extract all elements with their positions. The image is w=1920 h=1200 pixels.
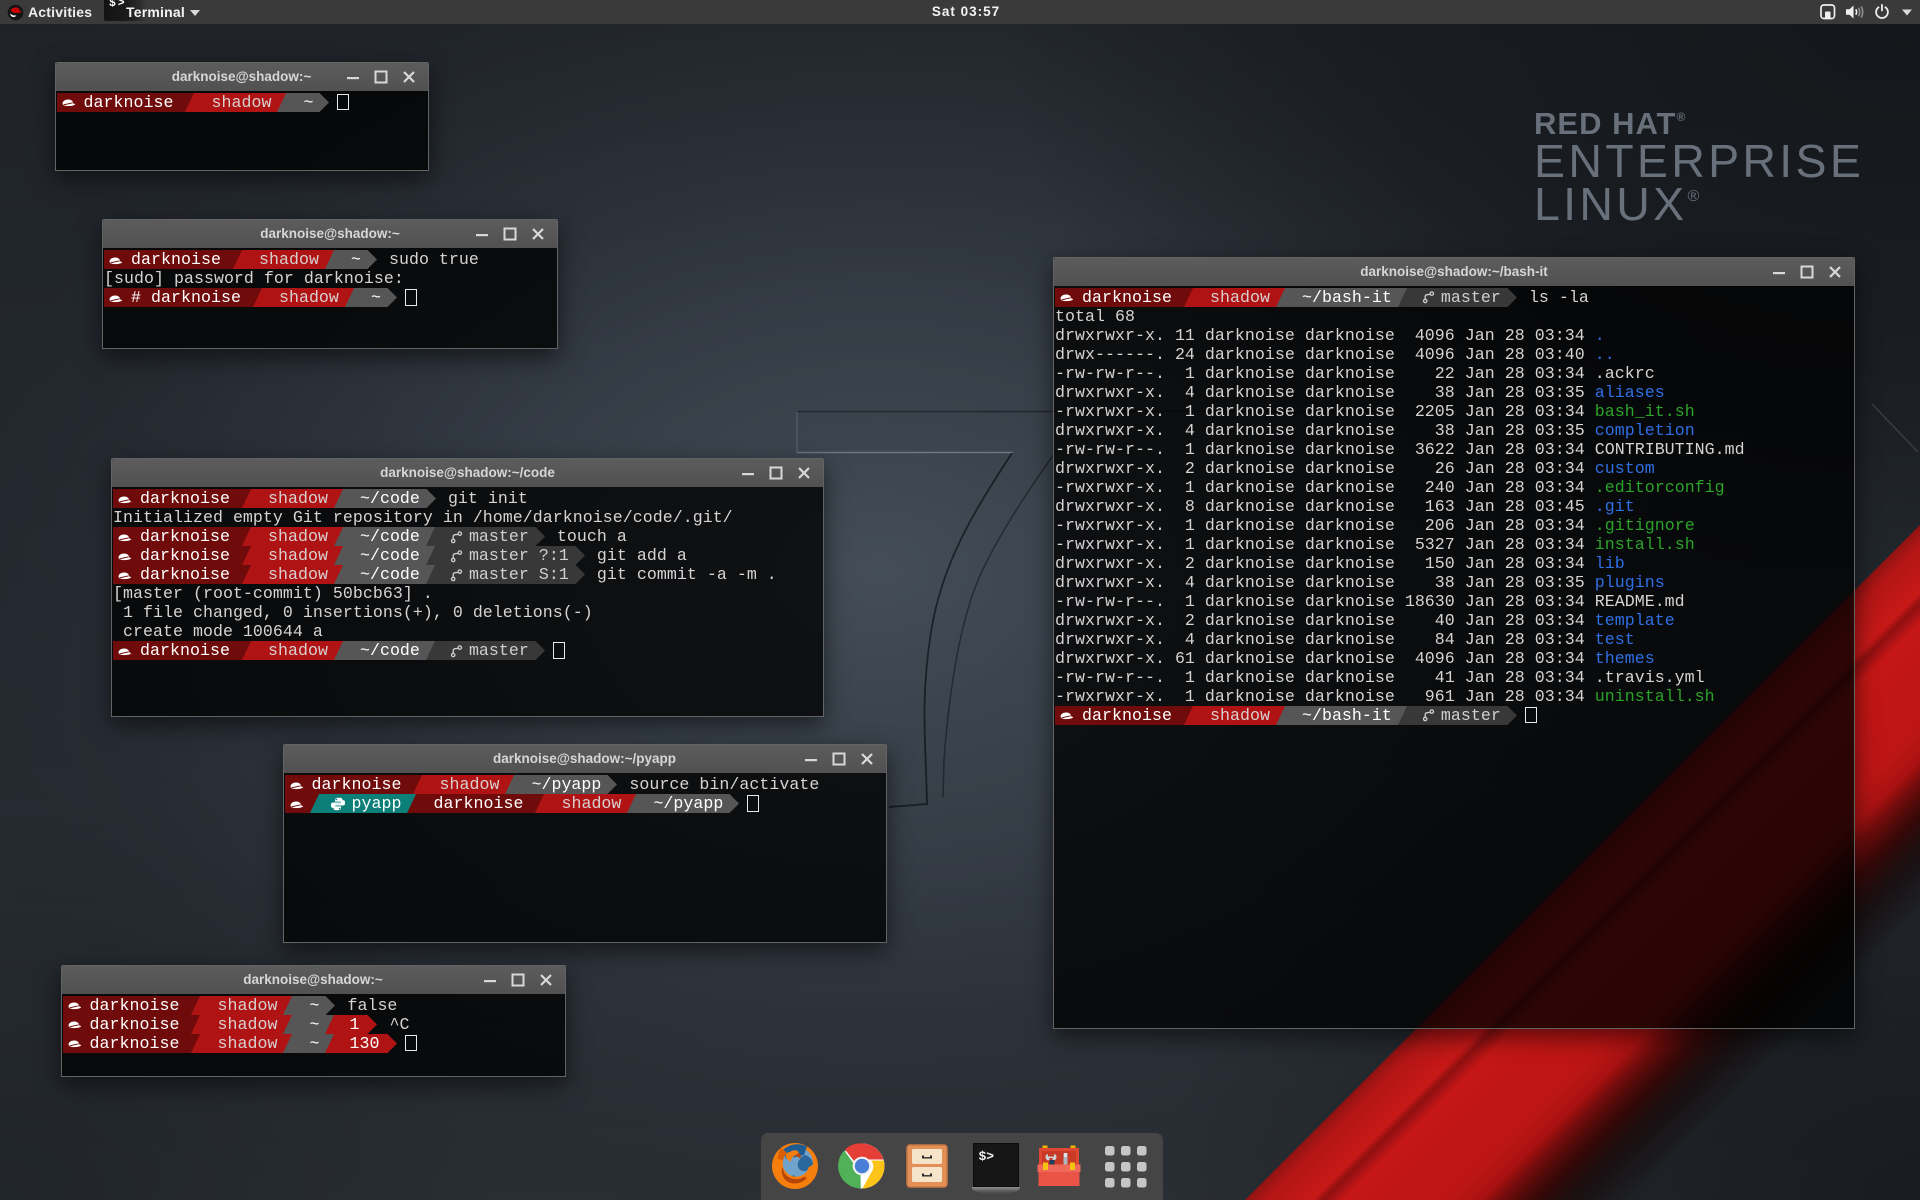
svg-text:$>: $> (979, 1149, 995, 1164)
